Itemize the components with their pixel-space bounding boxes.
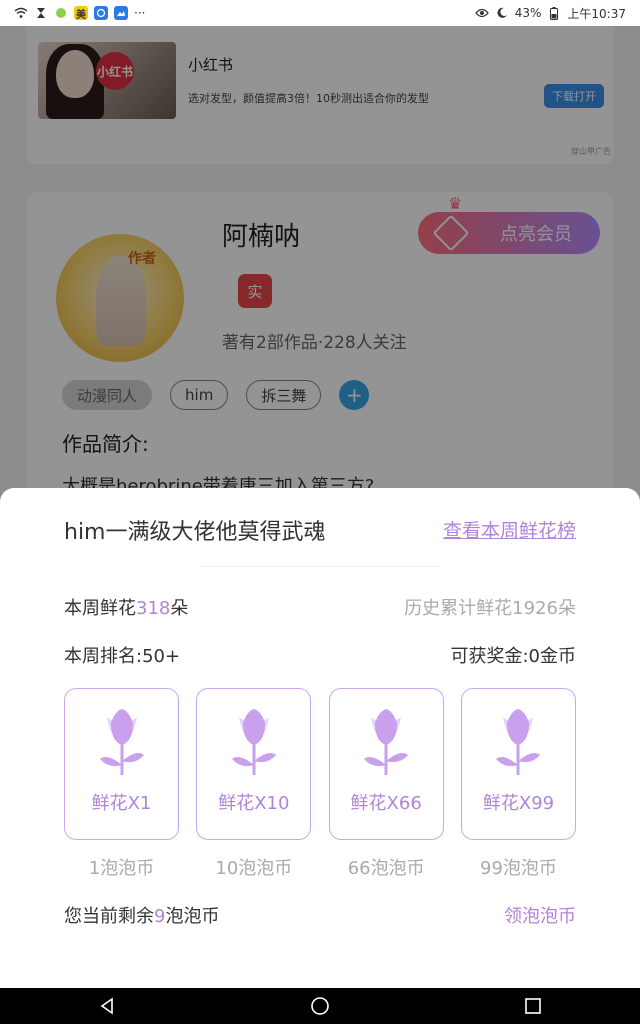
balance-count: 9 <box>154 906 166 927</box>
tulip-icon <box>364 709 409 775</box>
back-triangle-icon <box>100 997 113 1015</box>
moon-icon <box>495 6 509 20</box>
weekly-rank: 本周排名:50+ <box>64 646 181 667</box>
gift-price: 99泡泡币 <box>480 858 557 879</box>
meituan-icon: 美 <box>74 6 88 21</box>
eye-icon <box>474 6 489 20</box>
gift-option-66[interactable]: 鲜花X66 66泡泡币 <box>328 688 444 880</box>
history-flowers: 历史累计鲜花1926朵 <box>404 598 576 619</box>
gift-options: 鲜花X1 1泡泡币 鲜花X10 10泡泡币 鲜花X66 66泡泡币 鲜花X99 … <box>64 688 576 880</box>
reward-amount: 可获奖金:0金币 <box>450 646 576 667</box>
recents-square-icon <box>525 998 542 1014</box>
battery-percent: 43% <box>514 6 542 20</box>
gift-card[interactable]: 鲜花X10 <box>196 688 312 840</box>
back-button[interactable] <box>87 991 127 1021</box>
gift-card[interactable]: 鲜花X1 <box>64 688 179 840</box>
work-title: him一满级大佬他莫得武魂 <box>64 520 326 545</box>
recents-button[interactable] <box>513 991 553 1021</box>
gift-card[interactable]: 鲜花X66 <box>328 688 444 840</box>
more-notifications: ··· <box>134 6 146 20</box>
home-button[interactable] <box>300 991 340 1021</box>
status-left-icons: 美 ··· <box>14 6 146 21</box>
flower-gift-sheet: him一满级大佬他莫得武魂 查看本周鲜花榜 本周鲜花318朵 历史累计鲜花192… <box>0 488 640 988</box>
gift-label: 鲜花X99 <box>482 793 555 814</box>
gift-price: 66泡泡币 <box>347 858 425 879</box>
photos-icon <box>114 6 128 20</box>
gift-label: 鲜花X10 <box>218 793 290 814</box>
gift-option-10[interactable]: 鲜花X10 10泡泡币 <box>196 688 312 880</box>
flower-stats-row: 本周鲜花318朵 历史累计鲜花1926朵 <box>64 594 576 620</box>
weekly-flower-count: 318 <box>136 598 171 619</box>
wifi-icon <box>14 6 28 20</box>
home-circle-icon <box>311 997 329 1015</box>
rank-reward-row: 本周排名:50+ 可获奖金:0金币 <box>64 642 576 668</box>
gift-option-99[interactable]: 鲜花X99 99泡泡币 <box>460 688 576 880</box>
tulip-icon <box>99 709 144 775</box>
status-right-icons: 43% 上午10:37 <box>474 5 626 22</box>
clock: 上午10:37 <box>567 6 626 21</box>
divider <box>200 566 440 567</box>
gift-card[interactable]: 鲜花X99 <box>460 688 576 840</box>
status-bar: 美 ··· 43% 上午10:37 <box>0 0 640 26</box>
gift-price: 1泡泡币 <box>88 858 155 879</box>
gift-price: 10泡泡币 <box>215 858 293 879</box>
get-coins-link[interactable]: 领泡泡币 <box>504 902 576 928</box>
balance-text: 您当前剩余9泡泡币 <box>64 906 220 927</box>
navigation-bar <box>0 988 640 1024</box>
browser-icon <box>94 6 108 20</box>
hourglass-icon <box>34 6 48 20</box>
gift-label: 鲜花X1 <box>91 793 152 814</box>
gift-label: 鲜花X66 <box>350 793 422 814</box>
chat-icon <box>54 6 68 20</box>
tulip-icon <box>496 709 541 775</box>
gift-option-1[interactable]: 鲜花X1 1泡泡币 <box>64 688 179 880</box>
weekly-flowers: 本周鲜花318朵 <box>64 598 189 619</box>
weekly-rank-link[interactable]: 查看本周鲜花榜 <box>443 516 576 543</box>
tulip-icon <box>231 709 276 775</box>
balance-row: 您当前剩余9泡泡币 领泡泡币 <box>64 902 576 928</box>
battery-icon <box>547 6 561 20</box>
